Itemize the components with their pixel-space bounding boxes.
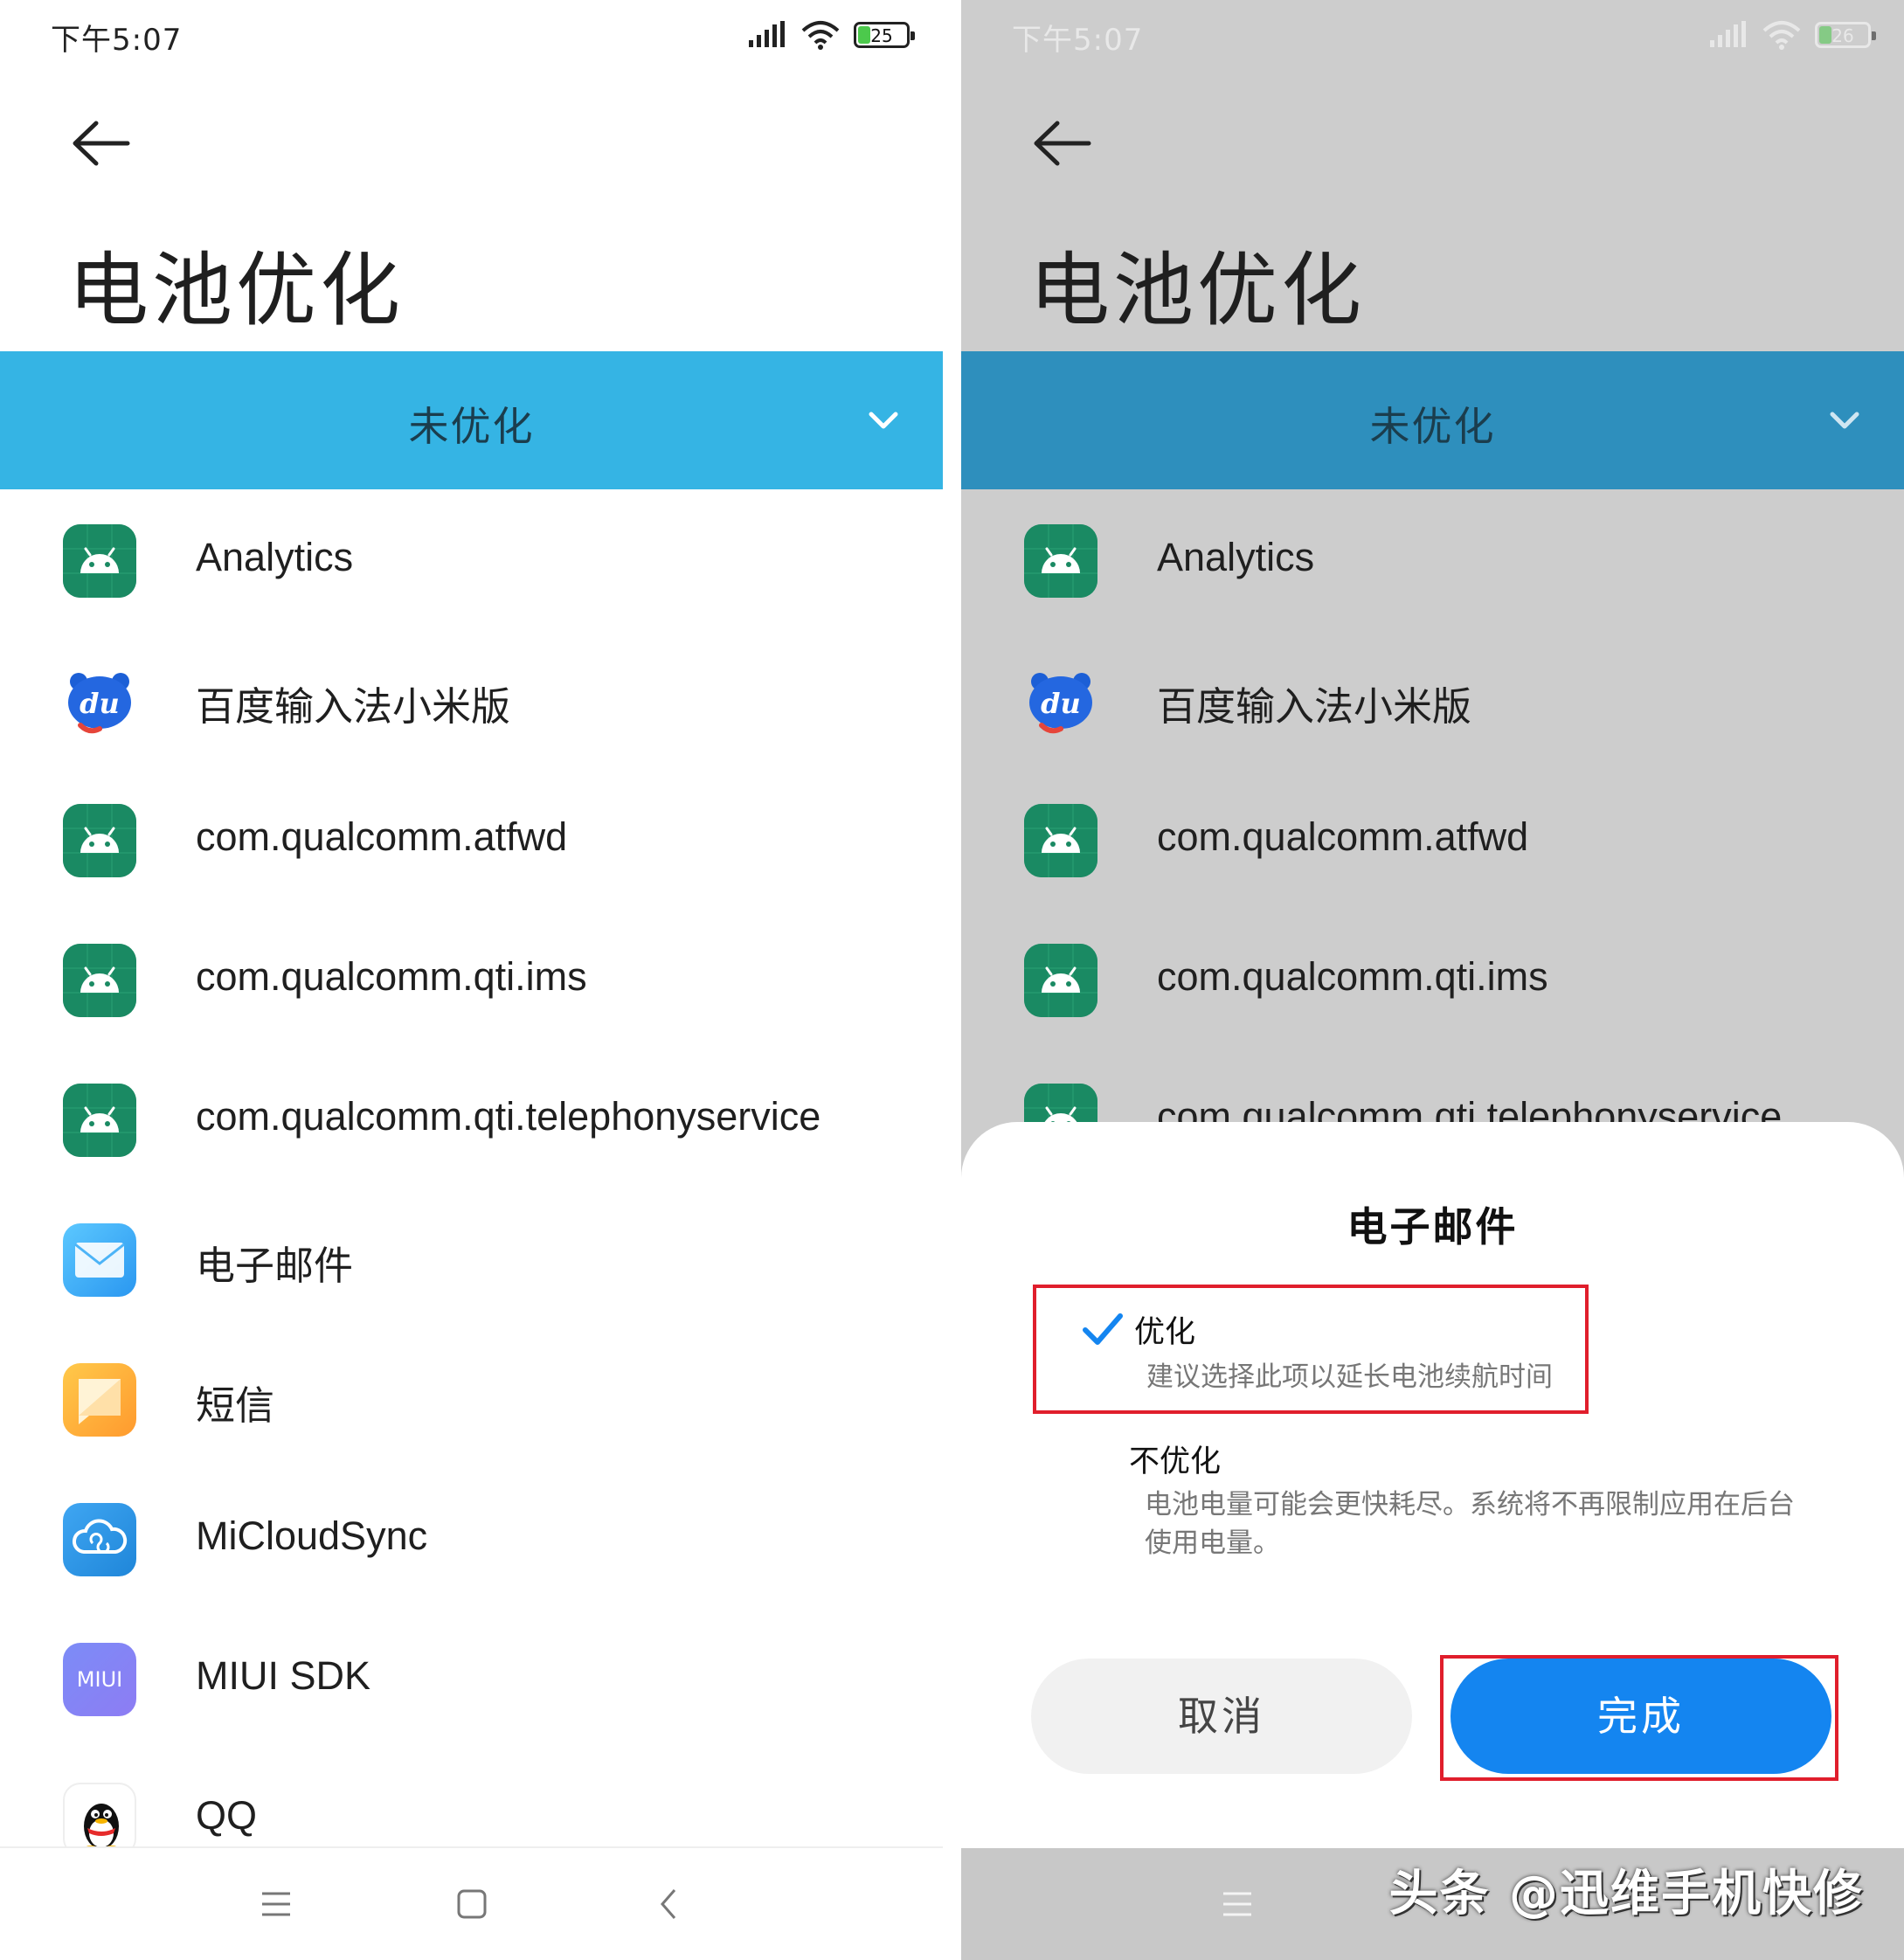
app-name: 短信	[196, 1383, 275, 1428]
back-arrow-icon[interactable]	[72, 118, 131, 169]
app-row[interactable]: com.qualcomm.qti.ims	[0, 918, 943, 1057]
filter-dropdown[interactable]: 未优化	[0, 351, 943, 489]
battery-option-dialog: 电子邮件 优化 建议选择此项以延长电池续航时间 不优化 电池电量可能会更快耗尽。…	[961, 1122, 1904, 1849]
baidu-du-icon: du	[1024, 664, 1097, 738]
page-title: 电池优化	[1029, 244, 1366, 337]
page-title: 电池优化	[68, 244, 405, 337]
android-icon	[1024, 944, 1097, 1017]
app-name: QQ	[196, 1793, 258, 1838]
android-icon	[63, 804, 136, 877]
option-no-optimize-desc: 电池电量可能会更快耗尽。系统将不再限制应用在后台使用电量。	[1145, 1489, 1795, 1559]
app-row[interactable]: com.qualcomm.atfwd	[0, 778, 943, 918]
app-name: com.qualcomm.qti.ims	[196, 954, 587, 999]
app-row[interactable]: com.qualcomm.qti.ims	[961, 918, 1904, 1057]
settings-screen-left: 下午5:07 25 电池优化 未优化 Analytics du 百度输入法小米版…	[0, 0, 943, 1960]
option-optimize[interactable]: 优化 建议选择此项以延长电池续航时间	[1033, 1285, 1589, 1414]
app-row[interactable]: MIUI MIUI SDK	[0, 1617, 943, 1756]
app-row[interactable]: du 百度输入法小米版	[0, 638, 943, 778]
dialog-title: 电子邮件	[1347, 1203, 1519, 1250]
chevron-down-icon	[869, 412, 898, 429]
app-name: com.qualcomm.qti.ims	[1157, 954, 1548, 999]
checkmark-icon	[1083, 1313, 1123, 1345]
app-row[interactable]: com.qualcomm.qti.telephonyservice	[0, 1057, 943, 1197]
done-button[interactable]: 完成	[1451, 1659, 1831, 1774]
miui-badge-text: MIUI	[76, 1667, 123, 1692]
app-row[interactable]: 短信	[0, 1337, 943, 1477]
signal-icon	[749, 21, 785, 47]
battery-percent: 25	[870, 25, 893, 46]
android-icon	[1024, 524, 1097, 598]
app-row[interactable]: Analytics	[961, 498, 1904, 638]
app-name: Analytics	[1157, 535, 1315, 579]
option-no-optimize-label: 不优化	[1129, 1444, 1222, 1479]
back-arrow-icon[interactable]	[1033, 118, 1092, 169]
battery-icon: 26	[1815, 22, 1876, 48]
cancel-button[interactable]: 取消	[1031, 1659, 1412, 1774]
app-name: Analytics	[196, 535, 354, 579]
filter-dropdown[interactable]: 未优化	[961, 351, 1904, 489]
app-name: com.qualcomm.qti.telephonyservice	[196, 1094, 821, 1139]
app-name: com.qualcomm.atfwd	[196, 814, 568, 859]
android-icon	[63, 1084, 136, 1157]
status-time: 下午5:07	[51, 23, 183, 58]
status-icons: 26	[1708, 17, 1876, 52]
status-time: 下午5:07	[1012, 23, 1144, 58]
wifi-icon	[1762, 21, 1801, 50]
app-list: Analytics du 百度输入法小米版 com.qualcomm.atfwd com…	[0, 498, 943, 1896]
status-bar: 下午5:07 25	[0, 0, 943, 70]
app-row[interactable]: MiCloudSync	[0, 1477, 943, 1617]
app-row[interactable]: du 百度输入法小米版	[961, 638, 1904, 778]
panel-divider	[943, 0, 961, 1960]
baidu-du-icon: du	[63, 664, 136, 738]
battery-icon: 25	[854, 22, 915, 48]
status-bar: 下午5:07 26	[961, 0, 1904, 70]
cloud-icon	[63, 1503, 136, 1576]
qq-penguin-icon	[63, 1783, 136, 1856]
mail-icon	[63, 1223, 136, 1297]
app-name: 电子邮件	[196, 1243, 354, 1288]
signal-icon	[1710, 21, 1746, 47]
sms-icon	[63, 1363, 136, 1437]
settings-screen-right: 下午5:07 26 电池优化 未优化 Analytics du 百度输入法小米版…	[961, 0, 1904, 1960]
svg-text:du: du	[1041, 687, 1081, 720]
app-row[interactable]: com.qualcomm.atfwd	[961, 778, 1904, 918]
watermark: 头条 @迅维手机快修	[1388, 1866, 1864, 1922]
menu-icon[interactable]	[253, 1881, 299, 1927]
app-name: 百度输入法小米版	[1157, 684, 1472, 729]
android-icon	[63, 944, 136, 1017]
option-optimize-desc: 建议选择此项以延长电池续航时间	[1146, 1361, 1553, 1393]
app-row[interactable]: 电子邮件	[0, 1197, 943, 1337]
chevron-down-icon	[1830, 412, 1859, 429]
filter-label: 未优化	[1369, 403, 1496, 450]
status-icons: 25	[747, 17, 915, 52]
option-optimize-label: 优化	[1134, 1315, 1196, 1350]
app-list: Analytics du 百度输入法小米版 com.qualcomm.atfwd com…	[961, 498, 1904, 1197]
filter-label: 未优化	[408, 403, 535, 450]
app-name: 百度输入法小米版	[196, 684, 511, 729]
wifi-icon	[801, 21, 840, 50]
option-no-optimize[interactable]: 不优化 电池电量可能会更快耗尽。系统将不再限制应用在后台使用电量。	[1045, 1437, 1795, 1576]
android-icon	[1024, 804, 1097, 877]
android-icon	[63, 524, 136, 598]
app-name: com.qualcomm.atfwd	[1157, 814, 1529, 859]
battery-percent: 26	[1831, 25, 1854, 46]
app-name: MIUI SDK	[196, 1653, 371, 1698]
svg-text:du: du	[80, 687, 120, 720]
miui-icon: MIUI	[63, 1643, 136, 1716]
menu-icon[interactable]	[1215, 1881, 1260, 1927]
app-name: MiCloudSync	[196, 1513, 428, 1558]
home-icon[interactable]	[449, 1881, 495, 1927]
navigation-bar	[0, 1846, 943, 1960]
app-row[interactable]: Analytics	[0, 498, 943, 638]
back-nav-icon[interactable]	[647, 1881, 692, 1927]
